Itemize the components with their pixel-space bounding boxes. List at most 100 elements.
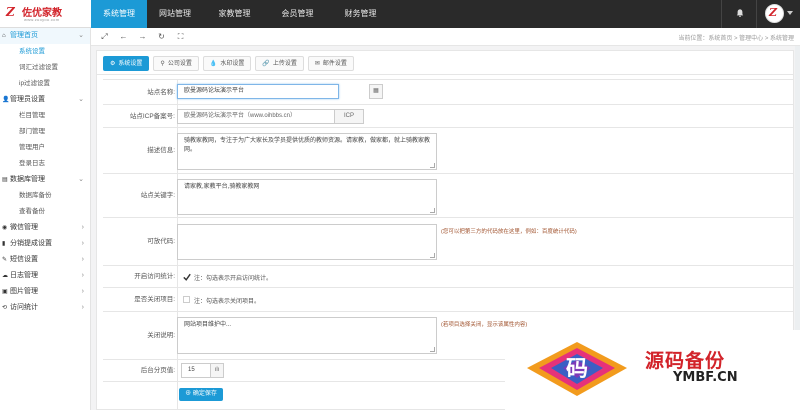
form-row-keywords: 站点关键字: 请家教,家教平台,骑教家教网 <box>103 173 793 217</box>
form-row-code: 可放代码: (您可以把第三方的代码放在这里，例如：百度统计代码) <box>103 217 793 265</box>
site-name-label: 站点名称: <box>147 89 175 96</box>
site-name-input[interactable]: 欧曼源码论坛演示平台 <box>177 84 339 99</box>
chevron-right-icon: › <box>81 288 84 295</box>
form-row-close: 是否关闭项目: 注：勾选表示关闭项目。 <box>103 287 793 311</box>
sidebar-group-7[interactable]: ▣ 图片管理 › <box>0 284 90 300</box>
form-row-stat: 开启访问统计: 注：勾选表示开启访问统计。 <box>103 265 793 287</box>
resize-grip-icon[interactable] <box>430 253 435 258</box>
code-hint: (您可以把第三方的代码放在这里，例如：百度统计代码) <box>441 229 577 235</box>
cloud-icon: ☁ <box>2 273 8 279</box>
sidebar-group-2[interactable]: ▤ 数据库管理 ⌄ <box>0 172 90 188</box>
grid-icon[interactable]: ▦ <box>369 84 383 99</box>
tab-label: 系统设置 <box>118 61 143 67</box>
save-button[interactable]: ⊕ 确定保存 <box>179 388 223 401</box>
sidebar-group-label: 数据库管理 <box>10 176 45 183</box>
chevron-down-icon: ⌄ <box>78 32 84 39</box>
fullscreen-icon[interactable]: ⛶ <box>173 30 188 44</box>
back-icon[interactable]: ← <box>116 30 131 44</box>
nav-tutor[interactable]: 家教管理 <box>203 0 266 28</box>
chevron-right-icon: › <box>81 256 84 263</box>
sidebar-item[interactable]: 查看备份 <box>0 204 90 220</box>
wechat-icon: ◉ <box>2 225 8 231</box>
sidebar-group-label: 访问统计 <box>10 304 38 311</box>
nav-system[interactable]: 系统管理 <box>91 0 147 28</box>
sidebar-item[interactable]: 系统设置 <box>0 44 90 60</box>
resize-grip-icon[interactable] <box>430 208 435 213</box>
top-bar: Z 佐优家教 www.zuoyou.com 系统管理 网站管理 家教管理 会员管… <box>0 0 800 28</box>
tab-company-settings[interactable]: ⚲ 公司设置 <box>153 56 199 71</box>
nav-finance[interactable]: 财务管理 <box>329 0 392 28</box>
divider <box>177 288 178 311</box>
description-text: 骑教家教网，专注于为广大家长及学员提供优质的教师资源。请家教，做家都，就上骑教家… <box>184 138 431 153</box>
history-icon: ⟲ <box>2 305 8 311</box>
close-reason-textarea[interactable]: 网站项目维护中... <box>177 317 437 354</box>
sidebar-item[interactable]: 部门管理 <box>0 124 90 140</box>
sidebar-group-3[interactable]: ◉ 微信管理 › <box>0 220 90 236</box>
link-icon: 🔗 <box>262 61 270 67</box>
chevron-down-icon[interactable] <box>787 11 793 15</box>
tab-system-settings[interactable]: ⚙ 系统设置 <box>103 56 150 71</box>
tool-strip: ⤢ ← → ↻ ⛶ 当前位置：系统首页 > 管理中心 > 系统管理 <box>91 28 800 46</box>
sidebar-group-5[interactable]: ✎ 短信设置 › <box>0 252 90 268</box>
tab-label: 邮件设置 <box>322 61 347 67</box>
sidebar-group-label: 分销提成设置 <box>10 240 52 247</box>
sidebar-item[interactable]: 栏目管理 <box>0 108 90 124</box>
stat-checkbox[interactable] <box>183 273 191 281</box>
image-icon: ▣ <box>2 289 8 295</box>
sidebar-item[interactable]: 数据库备份 <box>0 188 90 204</box>
resize-grip-icon[interactable] <box>430 163 435 168</box>
refresh-icon[interactable]: ↻ <box>154 30 169 44</box>
avatar[interactable]: Z <box>765 4 784 23</box>
sidebar-group-6[interactable]: ☁ 日志管理 › <box>0 268 90 284</box>
bar-chart-icon: ılı <box>210 363 224 378</box>
sidebar-group-label: 图片管理 <box>10 288 38 295</box>
watermark-logo-icon: 码 <box>527 342 627 396</box>
sidebar-item[interactable]: ip过滤设置 <box>0 76 90 92</box>
description-label: 描述信息: <box>147 147 175 154</box>
watermark-url: YMBF.CN <box>673 370 738 385</box>
sidebar-item[interactable]: 登录日志 <box>0 156 90 172</box>
chevron-right-icon: › <box>81 304 84 311</box>
tab-upload-settings[interactable]: 🔗 上传设置 <box>255 56 304 71</box>
brand-url: www.zuoyou.com <box>24 17 60 22</box>
nav-member[interactable]: 会员管理 <box>266 0 329 28</box>
tab-label: 公司设置 <box>167 61 192 67</box>
database-icon: ▤ <box>2 177 8 183</box>
pagesize-label: 后台分页值: <box>140 367 175 374</box>
sidebar-group-1[interactable]: 👤 管理员设置 ⌄ <box>0 92 90 108</box>
chevron-right-icon: › <box>81 240 84 247</box>
sidebar-group-8[interactable]: ⟲ 访问统计 › <box>0 300 90 316</box>
pagesize-input[interactable]: 15 <box>181 363 211 378</box>
tab-watermark-settings[interactable]: 💧 水印设置 <box>202 56 252 71</box>
code-textarea[interactable] <box>177 224 437 260</box>
sidebar-group-4[interactable]: ▮ 分销提成设置 › <box>0 236 90 252</box>
watermark-title: 源码备份 <box>645 351 726 372</box>
description-textarea[interactable]: 骑教家教网，专注于为广大家长及学员提供优质的教师资源。请家教，做家都，就上骑教家… <box>177 133 437 170</box>
forward-icon[interactable]: → <box>135 30 150 44</box>
chevron-down-icon: ⌄ <box>78 96 84 103</box>
keywords-text: 请家教,家教平台,骑教家教网 <box>184 184 260 190</box>
tab-label: 水印设置 <box>220 61 245 67</box>
divider <box>97 74 793 75</box>
gear-icon: ⚙ <box>110 61 116 67</box>
icp-input[interactable]: 欧曼源码论坛演示平台（www.oihbbs.cn） <box>177 109 335 124</box>
sidebar-item[interactable]: 词汇过滤设置 <box>0 60 90 76</box>
close-reason-label: 关闭说明: <box>147 332 175 339</box>
tab-mail-settings[interactable]: ✉ 邮件设置 <box>307 56 354 71</box>
chevron-right-icon: › <box>81 272 84 279</box>
resize-grip-icon[interactable] <box>430 347 435 352</box>
pin-icon: ⚲ <box>160 61 165 67</box>
close-checkbox[interactable] <box>183 296 190 303</box>
bar-chart-icon: ▮ <box>2 241 6 247</box>
expand-icon[interactable]: ⤢ <box>97 30 112 44</box>
close-reason-text: 网站项目维护中... <box>184 322 232 328</box>
nav-site[interactable]: 网站管理 <box>147 0 203 28</box>
keywords-textarea[interactable]: 请家教,家教平台,骑教家教网 <box>177 179 437 215</box>
stat-note: 注：勾选表示开启访问统计。 <box>194 276 273 282</box>
close-label: 是否关闭项目: <box>134 296 175 303</box>
notification-button[interactable] <box>721 0 757 28</box>
sidebar-item[interactable]: 管理用户 <box>0 140 90 156</box>
sidebar-group-0[interactable]: ⌂ 管理首页 ⌄ <box>0 28 90 44</box>
brand-logo[interactable]: Z 佐优家教 www.zuoyou.com <box>0 0 91 28</box>
user-icon: 👤 <box>2 97 10 103</box>
